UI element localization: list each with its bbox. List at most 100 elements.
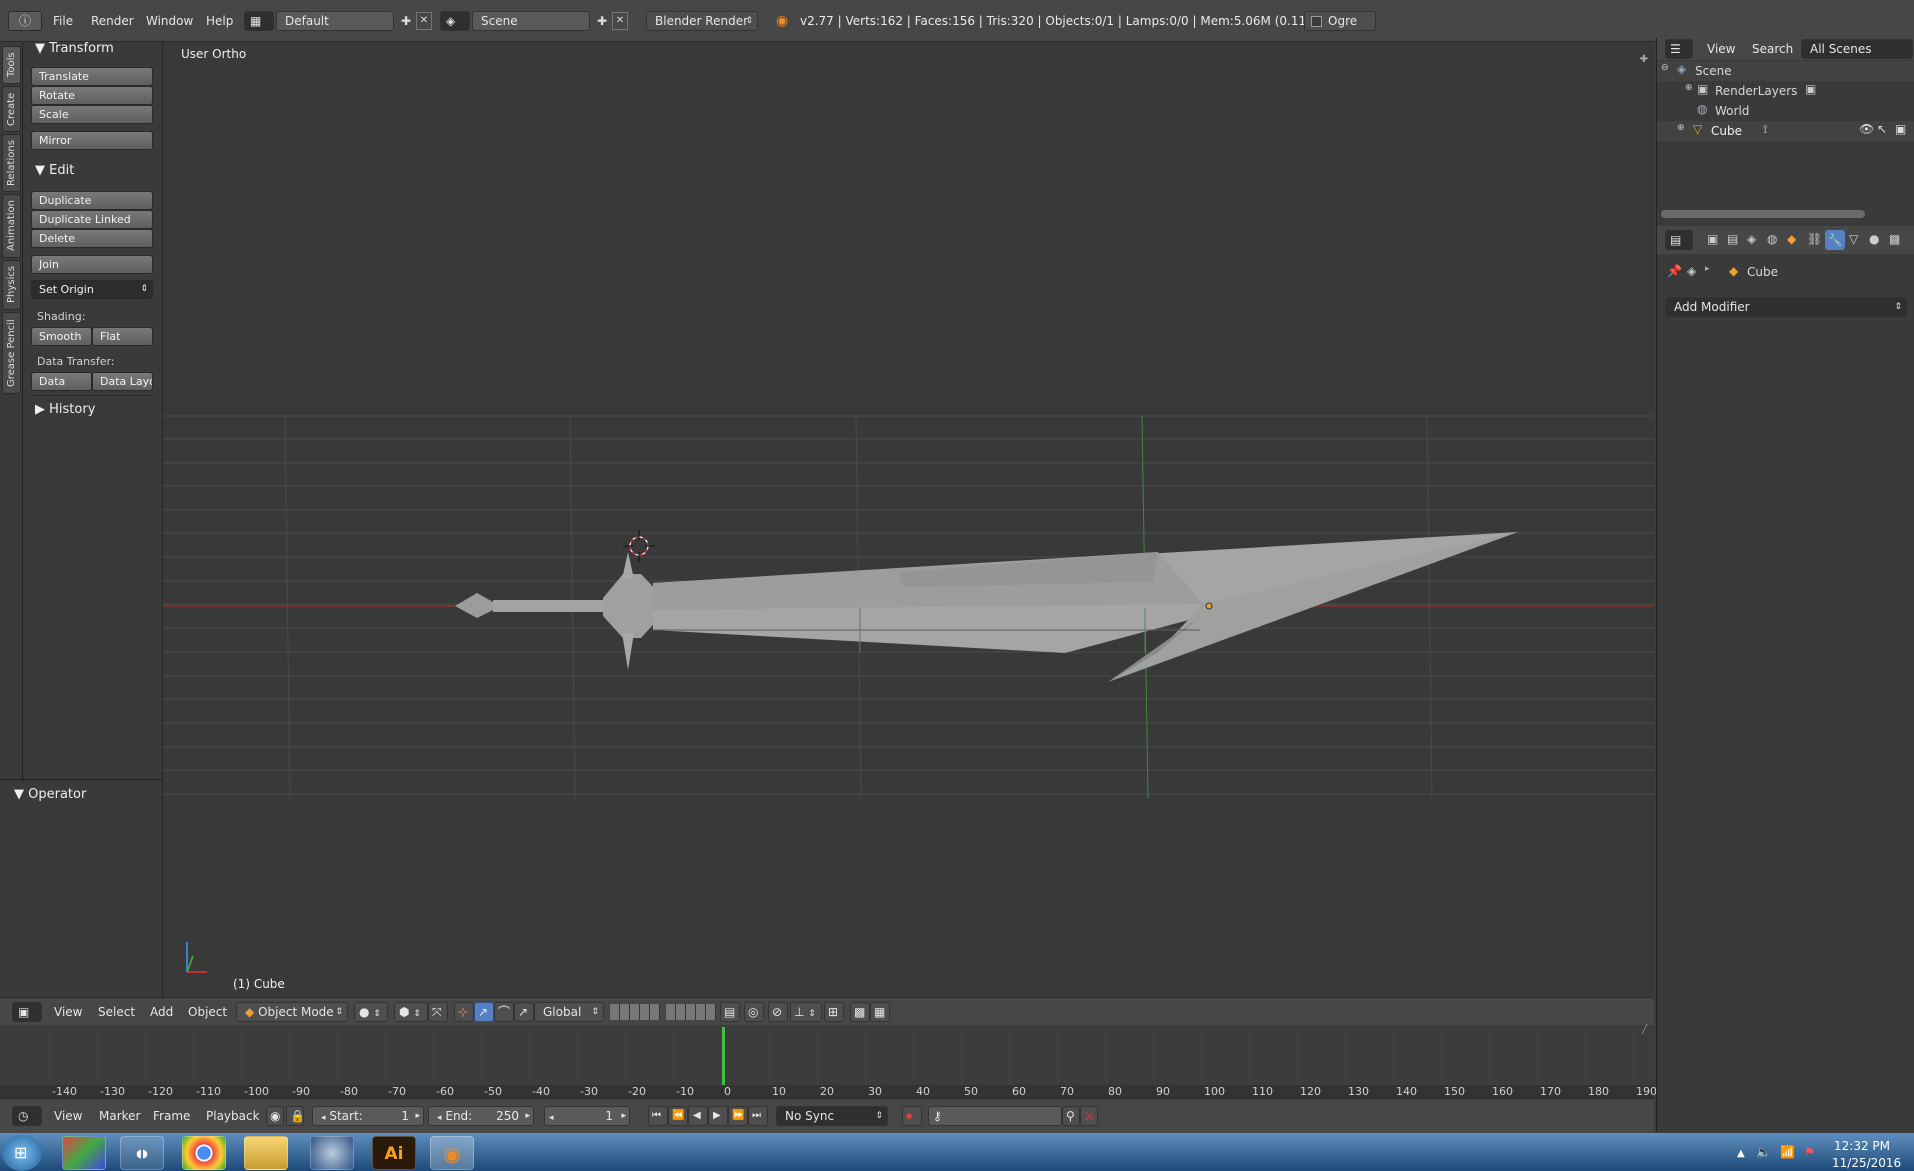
outliner-row-scene[interactable]: ⊖ ◈ Scene (1657, 61, 1914, 81)
pivot-selector[interactable]: ⬢ ⇕ (394, 1002, 428, 1022)
scene-icon[interactable]: ◈ (440, 11, 470, 31)
tab-physics[interactable]: Physics (2, 260, 21, 310)
outliner-editor-icon[interactable]: ☰ (1665, 39, 1693, 59)
thunderbird-icon[interactable] (310, 1136, 354, 1170)
pin-icon[interactable]: 📌 (1667, 264, 1682, 278)
tab-animation[interactable]: Animation (2, 194, 21, 258)
scale-button[interactable]: Scale (31, 105, 153, 124)
data-tab-icon[interactable]: ▽ (1849, 232, 1858, 246)
blender-taskbar-icon[interactable]: ◉ (430, 1136, 474, 1170)
layer-buttons-2[interactable] (666, 1004, 716, 1020)
clock-date[interactable]: 11/25/2016 (1832, 1156, 1901, 1170)
render-tab-icon[interactable]: ▣ (1707, 232, 1718, 246)
menu-marker[interactable]: Marker (99, 1099, 140, 1134)
render-animation-icon[interactable]: ▦ (870, 1002, 890, 1022)
operator-panel-header[interactable]: ▼ Operator (14, 784, 86, 806)
menu-file[interactable]: File (53, 0, 73, 42)
duplicate-button[interactable]: Duplicate (31, 191, 153, 210)
info-editor-icon[interactable]: ⓘ (8, 11, 42, 31)
tab-tools[interactable]: Tools (2, 46, 21, 84)
render-layers-tab-icon[interactable]: ▤ (1727, 232, 1738, 246)
edit-panel-header[interactable]: ▼ Edit (35, 160, 155, 182)
tab-relations[interactable]: Relations (2, 134, 21, 192)
material-tab-icon[interactable]: ● (1869, 232, 1879, 246)
add-modifier-dropdown[interactable]: Add Modifier ⇕ (1665, 297, 1907, 317)
jump-keyframe-forward-icon[interactable]: ⏩ (728, 1106, 748, 1126)
outliner-row-renderlayers[interactable]: ⊕ ▣ RenderLayers ▣ (1657, 81, 1914, 101)
menu-render[interactable]: Render (91, 0, 134, 42)
illustrator-icon[interactable]: Ai (372, 1136, 416, 1170)
orientation-selector[interactable]: Global ⇕ (534, 1002, 604, 1022)
translate-button[interactable]: Translate (31, 67, 153, 86)
jump-start-icon[interactable]: ⏮ (648, 1106, 668, 1126)
tab-create[interactable]: Create (2, 86, 21, 132)
data-layout-button[interactable]: Data Layo (92, 372, 153, 391)
menu-outliner-view[interactable]: View (1707, 38, 1735, 60)
3d-viewport[interactable]: User Ortho ✚ (1) Cube (163, 42, 1654, 997)
record-icon[interactable]: ⏺ (902, 1106, 922, 1126)
set-origin-dropdown[interactable]: Set Origin ⇕ (31, 280, 153, 299)
taskbar-app-2-icon[interactable]: ◖◗ (120, 1136, 164, 1170)
chrome-icon[interactable] (182, 1136, 226, 1170)
menu-select[interactable]: Select (98, 998, 135, 1026)
preview-range-icon[interactable]: ◉ (266, 1106, 284, 1126)
rotate-manipulator-icon[interactable]: ↗ (474, 1002, 494, 1022)
manipulator-extra-icon[interactable]: ↗ (514, 1002, 534, 1022)
taskbar-app-1-icon[interactable] (62, 1136, 106, 1170)
modifiers-wrench-icon[interactable]: 🔧 (1825, 230, 1845, 250)
keying-set-field[interactable]: ⚷ (928, 1106, 1062, 1126)
render-preview-icon[interactable]: ▩ (850, 1002, 870, 1022)
current-frame-cursor[interactable] (722, 1027, 725, 1085)
outliner-row-cube[interactable]: ⊕ ▽ Cube ⟟ 👁 ↖ ▣ (1657, 121, 1914, 141)
timeline-scroll-arrow-icon[interactable]: ╱ (1642, 1025, 1654, 1037)
clock-time[interactable]: 12:32 PM (1834, 1139, 1890, 1153)
properties-editor-icon[interactable]: ▤ (1665, 230, 1693, 250)
selectable-cursor-icon[interactable]: ↖ (1877, 122, 1887, 136)
constraints-tab-icon[interactable]: ⛓ (1807, 232, 1822, 246)
scene-tab-icon[interactable]: ◈ (1747, 232, 1756, 246)
menu-outliner-search[interactable]: Search (1752, 38, 1793, 60)
snap-icon[interactable]: ⊘ (768, 1002, 788, 1022)
lock-range-icon[interactable]: 🔒 (286, 1106, 305, 1126)
menu-window[interactable]: Window (146, 0, 193, 42)
start-frame-field[interactable]: ◂ Start: 1 ▸ (312, 1106, 424, 1126)
menu-add[interactable]: Add (150, 998, 173, 1026)
render-layer-toggle-icon[interactable]: ▣ (1805, 82, 1816, 96)
menu-timeline-view[interactable]: View (54, 1099, 82, 1134)
proportional-edit-icon[interactable]: ◎ (744, 1002, 764, 1022)
data-transfer-button[interactable]: Data (31, 372, 92, 391)
menu-frame[interactable]: Frame (153, 1099, 190, 1134)
end-frame-field[interactable]: ◂ End: 250 ▸ (428, 1106, 534, 1126)
delete-button[interactable]: Delete (31, 229, 153, 248)
rotate-button[interactable]: Rotate (31, 86, 153, 105)
object-tab-icon[interactable]: ◆ (1787, 232, 1796, 246)
mirror-button[interactable]: Mirror (31, 131, 153, 150)
add-layout-icon[interactable]: ✚ (398, 12, 414, 30)
menu-view[interactable]: View (54, 998, 82, 1026)
scale-manipulator-icon[interactable]: ⌒ (494, 1002, 514, 1022)
play-icon[interactable]: ▶ (708, 1106, 728, 1126)
render-camera-icon[interactable]: ▣ (1895, 122, 1906, 136)
scene-selector[interactable]: Scene (472, 11, 590, 31)
editor-type-icon[interactable]: ▣ (12, 1002, 42, 1022)
file-explorer-icon[interactable] (244, 1136, 288, 1170)
join-button[interactable]: Join (31, 255, 153, 274)
smooth-button[interactable]: Smooth (31, 327, 92, 346)
jump-end-icon[interactable]: ⏭ (748, 1106, 768, 1126)
tray-flag-icon[interactable]: ⚑ (1804, 1145, 1815, 1159)
tray-volume-icon[interactable]: 🔈 (1756, 1145, 1771, 1159)
texture-tab-icon[interactable]: ▩ (1889, 232, 1900, 246)
outliner-scrollbar[interactable] (1661, 210, 1865, 218)
menu-object[interactable]: Object (188, 998, 227, 1026)
mode-selector[interactable]: ◆ Object Mode ⇕ (236, 1002, 348, 1022)
layer-lock-icon[interactable]: ▤ (720, 1002, 740, 1022)
current-frame-field[interactable]: ◂ 1 ▸ (544, 1106, 630, 1126)
world-tab-icon[interactable]: ◍ (1767, 232, 1777, 246)
sync-selector[interactable]: No Sync ⇕ (776, 1106, 888, 1126)
display-mode-selector[interactable]: All Scenes (1801, 39, 1913, 59)
remove-layout-icon[interactable]: ✕ (416, 12, 432, 30)
remove-scene-icon[interactable]: ✕ (612, 12, 628, 30)
jump-keyframe-back-icon[interactable]: ⏪ (668, 1106, 688, 1126)
duplicate-linked-button[interactable]: Duplicate Linked (31, 210, 153, 229)
menu-help[interactable]: Help (206, 0, 233, 42)
